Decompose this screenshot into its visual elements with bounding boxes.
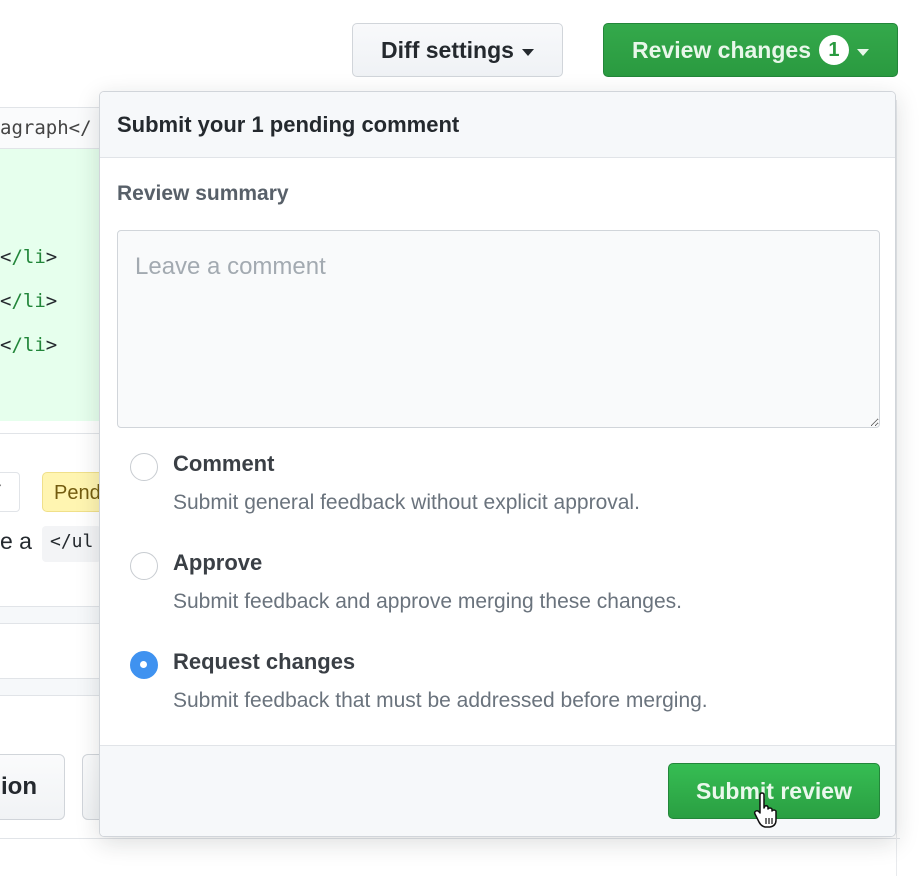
option-label: Request changes xyxy=(173,649,356,674)
review-comment-input[interactable] xyxy=(117,230,880,428)
divider xyxy=(0,838,900,839)
diff-added-block xyxy=(0,149,110,421)
review-changes-label: Review changes xyxy=(632,36,811,63)
review-summary-label: Review summary xyxy=(117,182,289,205)
option-label: Approve xyxy=(173,550,263,575)
caret-down-icon xyxy=(856,48,869,56)
author-badge-fragment: r xyxy=(0,472,20,512)
background-action-button[interactable]: ion xyxy=(0,754,65,820)
popover-title: Submit your 1 pending comment xyxy=(100,92,895,158)
caret-down-icon xyxy=(521,48,534,56)
radio-approve[interactable] xyxy=(130,552,158,580)
separator-band xyxy=(0,606,110,624)
diff-code-line: </li> xyxy=(0,334,58,356)
separator-band xyxy=(0,678,110,696)
diff-settings-button[interactable]: Diff settings xyxy=(352,23,563,77)
option-label: Comment xyxy=(173,451,275,476)
divider xyxy=(0,433,110,434)
diff-code-line: </li> xyxy=(0,290,58,312)
pending-count-badge: 1 xyxy=(818,35,849,65)
option-description: Submit feedback that must be addressed b… xyxy=(173,689,708,712)
option-comment[interactable]: Comment Submit general feedback without … xyxy=(117,450,879,515)
option-request-changes[interactable]: Request changes Submit feedback that mus… xyxy=(117,648,879,713)
review-changes-button[interactable]: Review changes 1 xyxy=(603,23,898,77)
diff-code-line: </li> xyxy=(0,246,58,268)
option-description: Submit feedback and approve merging thes… xyxy=(173,590,682,613)
page-edge xyxy=(896,100,897,876)
diff-code-header-line: agraph</ xyxy=(0,107,110,149)
radio-request-changes[interactable] xyxy=(130,651,158,679)
radio-comment[interactable] xyxy=(130,453,158,481)
comment-text-fragment: e a xyxy=(0,528,32,554)
option-description: Submit general feedback without explicit… xyxy=(173,491,640,514)
option-approve[interactable]: Approve Submit feedback and approve merg… xyxy=(117,549,879,614)
submit-review-button[interactable]: Submit review xyxy=(668,763,880,819)
diff-settings-label: Diff settings xyxy=(381,36,514,63)
review-popover: Submit your 1 pending comment Review sum… xyxy=(99,91,896,837)
popover-footer: Submit review xyxy=(100,745,895,836)
inline-code-fragment: </ul xyxy=(42,526,102,562)
